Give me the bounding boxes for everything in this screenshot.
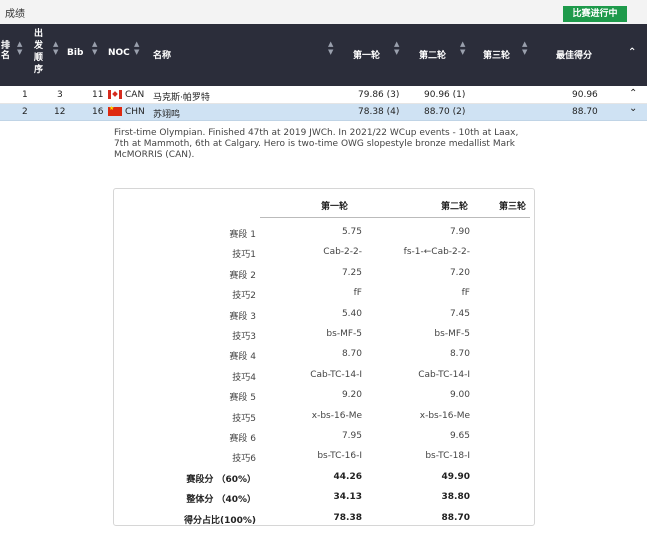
best-score-header[interactable]: 最佳得分	[556, 48, 592, 61]
best-score-cell: 90.96	[572, 90, 598, 100]
breakdown-row-label: 整体分 （40%）	[186, 495, 256, 505]
start-order-sort-icon[interactable]: ▲ ▼	[53, 40, 58, 56]
run2-value: bs-MF-5	[434, 329, 470, 339]
run2-value: 88.70	[441, 513, 470, 523]
athlete-bio: First-time Olympian. Finished 47th at 20…	[114, 128, 519, 160]
name-sort-icon[interactable]: ▲ ▼	[328, 40, 333, 56]
breakdown-row-label: 赛段 3	[229, 312, 256, 322]
canada-flag-icon	[108, 90, 122, 99]
run1-value: 7.95	[341, 431, 362, 441]
breakdown-row-label: 技巧2	[232, 291, 256, 301]
table-row[interactable]: 1 3 11 CAN 马克斯·帕罗特 79.86 (3) 90.96 (1) 9…	[0, 87, 647, 104]
breakdown-row-label: 赛段 2	[229, 271, 256, 281]
run2-cell: 90.96 (1)	[424, 90, 466, 100]
chevron-up-icon[interactable]: ⌃	[629, 88, 637, 99]
run-breakdown-card: 第一轮 第二轮 第三轮 赛段 1 5.75 7.90 技巧1 Cab-2-2- fs-1-…	[113, 188, 535, 526]
athlete-name[interactable]: 马克斯·帕罗特	[153, 90, 210, 103]
run1-value: 9.20	[341, 390, 362, 400]
chevron-up-icon[interactable]: ⌃	[628, 47, 636, 58]
name-header[interactable]: 名称	[153, 48, 171, 61]
run2-value: 7.45	[449, 309, 470, 319]
run1-header[interactable]: 第一轮	[353, 48, 380, 61]
run2-header[interactable]: 第二轮	[419, 48, 446, 61]
noc-sort-icon[interactable]: ▲ ▼	[134, 40, 139, 56]
run2-value: x-bs-16-Me	[419, 411, 470, 421]
breakdown-row-label: 技巧5	[232, 414, 256, 424]
run2-value: 7.20	[449, 268, 470, 278]
bib-cell: 11	[92, 90, 104, 100]
run2-value: bs-TC-18-I	[425, 451, 470, 461]
rank-cell: 2	[22, 107, 28, 117]
chevron-down-icon[interactable]: ⌄	[629, 103, 637, 114]
start-order-cell: 3	[57, 90, 63, 100]
rank-sort-icon[interactable]: ▲ ▼	[17, 40, 22, 56]
run1-value: 78.38	[333, 513, 362, 523]
run2-value: Cab-TC-14-I	[418, 370, 470, 380]
rank-header[interactable]: 排名	[1, 41, 10, 61]
run1-value: Cab-2-2-	[323, 247, 362, 257]
run2-value: 8.70	[449, 349, 470, 359]
run1-value: 44.26	[333, 472, 362, 482]
run1-cell: 78.38 (4)	[358, 107, 400, 117]
run1-value: 34.13	[333, 492, 362, 502]
best-score-cell: 88.70	[572, 107, 598, 117]
run2-column-header: 第二轮	[441, 202, 469, 212]
run2-value: fs-1-←Cab-2-2-	[403, 247, 470, 257]
run3-header[interactable]: 第三轮	[483, 48, 510, 61]
run2-value: fF	[461, 288, 470, 298]
bib-cell: 16	[92, 107, 104, 117]
rank-cell: 1	[22, 90, 28, 100]
run3-sort-icon[interactable]: ▲ ▼	[522, 40, 527, 56]
breakdown-row-label: 技巧6	[232, 454, 256, 464]
breakdown-row-label: 赛段分 （60%）	[186, 475, 256, 485]
page-title: 成绩	[5, 9, 25, 20]
run1-value: Cab-TC-14-I	[310, 370, 362, 380]
china-flag-icon	[108, 105, 122, 116]
breakdown-row-label: 技巧4	[232, 373, 256, 383]
breakdown-row-label: 技巧1	[232, 250, 256, 260]
start-order-header[interactable]: 出发 顺序	[34, 28, 43, 76]
results-table-header: 排名 ▲ ▼ 出发 顺序 ▲ ▼ Bib ▲ ▼ NOC ▲ ▼ 名称 ▲ ▼ 第一轮 ▲…	[0, 24, 647, 86]
run2-value: 49.90	[441, 472, 470, 482]
run1-value: x-bs-16-Me	[311, 411, 362, 421]
results-header-bar: 成绩 比赛进行中	[0, 0, 647, 25]
run2-value: 9.65	[449, 431, 470, 441]
run3-column-header: 第三轮	[499, 202, 527, 212]
breakdown-row-label: 技巧3	[232, 332, 256, 342]
athlete-name[interactable]: 苏翊鸣	[153, 107, 180, 120]
run1-sort-icon[interactable]: ▲ ▼	[394, 40, 399, 56]
header-divider	[260, 217, 530, 218]
breakdown-row-label: 赛段 4	[229, 352, 256, 362]
run2-value: 7.90	[449, 227, 470, 237]
breakdown-row-label: 赛段 6	[229, 434, 256, 444]
breakdown-row-label: 得分占比(100%)	[183, 516, 256, 526]
run2-cell: 88.70 (2)	[424, 107, 466, 117]
bib-header[interactable]: Bib	[67, 48, 83, 58]
live-status-badge[interactable]: 比赛进行中	[563, 6, 627, 22]
run1-value: 7.25	[341, 268, 362, 278]
run2-value: 38.80	[441, 492, 470, 502]
run1-value: bs-TC-16-I	[317, 451, 362, 461]
run1-value: 8.70	[341, 349, 362, 359]
run1-value: fF	[353, 288, 362, 298]
start-order-cell: 12	[54, 107, 66, 117]
breakdown-row-label: 赛段 1	[229, 230, 256, 240]
run1-value: bs-MF-5	[326, 329, 362, 339]
run1-cell: 79.86 (3)	[358, 90, 400, 100]
run1-value: 5.75	[341, 227, 362, 237]
run2-value: 9.00	[449, 390, 470, 400]
noc-cell: CHN	[125, 107, 145, 117]
table-row[interactable]: 2 12 16 CHN 苏翊鸣 78.38 (4) 88.70 (2) 88.7…	[0, 103, 647, 121]
noc-header[interactable]: NOC	[108, 48, 130, 58]
run1-value: 5.40	[341, 309, 362, 319]
bib-sort-icon[interactable]: ▲ ▼	[92, 40, 97, 56]
breakdown-row-label: 赛段 5	[229, 393, 256, 403]
noc-cell: CAN	[125, 90, 145, 100]
run2-sort-icon[interactable]: ▲ ▼	[460, 40, 465, 56]
run1-column-header: 第一轮	[321, 202, 349, 212]
